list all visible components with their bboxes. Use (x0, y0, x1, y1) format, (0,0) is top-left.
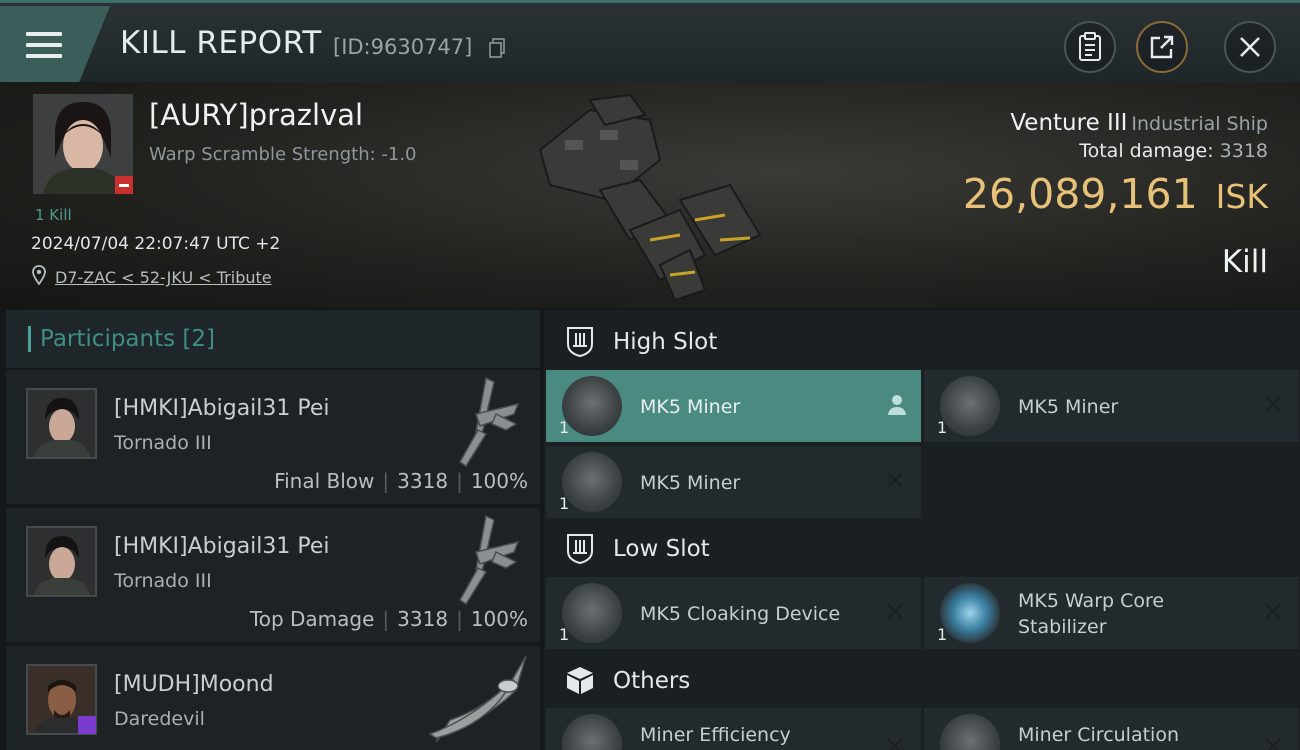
miner-circulation-icon (940, 714, 1000, 750)
participant-damage: 3318 (397, 607, 449, 631)
module-slot[interactable]: 1 MK5 Miner (546, 370, 921, 442)
module-quantity: 1 (559, 625, 570, 644)
miner-module-icon (562, 376, 622, 436)
isk-amount: 26,089,161 (962, 170, 1198, 218)
participant-avatar (26, 388, 97, 459)
dropped-person-icon (888, 395, 906, 415)
victim-ship-name[interactable]: Venture III Industrial Ship (1010, 110, 1268, 136)
victim-name[interactable]: [AURY]prazlval (149, 98, 363, 132)
clipboard-button[interactable] (1064, 21, 1116, 73)
high-slot-label: High Slot (613, 329, 718, 355)
participant-stats: Final Blow | 3318 | 100% (274, 469, 528, 493)
victim-kill-count: 1 Kill (35, 206, 72, 224)
kill-location-link[interactable]: D7-ZAC < 52-JKU < Tribute (55, 268, 272, 287)
participant-name: [HMKI]Abigail31 Pei (114, 534, 330, 559)
low-slot-header: Low Slot (544, 519, 1300, 577)
isk-unit: ISK (1215, 177, 1268, 216)
module-name: MK5 Miner (640, 396, 741, 418)
module-name: Miner Circulation (1018, 724, 1179, 746)
destroyed-x-icon (887, 603, 903, 619)
kill-report-header: KILL REPORT [ID:9630747] (0, 0, 1300, 82)
total-damage-value: 3318 (1219, 140, 1268, 162)
participant-ship-image (459, 514, 520, 606)
participant-damage: 3318 (397, 469, 449, 493)
participant-name: [MUDH]Moond (114, 672, 274, 697)
destroyed-x-icon (1265, 396, 1281, 412)
kill-datetime: 2024/07/04 22:07:47 UTC +2 (31, 234, 281, 254)
module-name: MK5 Miner (1018, 396, 1119, 418)
miner-efficiency-icon (562, 714, 622, 750)
kill-result-label: Kill (1221, 244, 1268, 280)
module-slot[interactable]: Miner Circulation (924, 708, 1299, 750)
warp-core-stabilizer-icon (940, 583, 1000, 643)
low-slot-icon (567, 534, 593, 564)
participant-card[interactable]: [MUDH]Moond Daredevil (6, 646, 540, 750)
isk-value: 26,089,161 ISK (963, 170, 1268, 218)
participant-card[interactable]: [HMKI]Abigail31 Pei Tornado III Top Dama… (6, 508, 540, 642)
high-slot-header: High Slot (544, 312, 1300, 370)
participant-percent: 100% (470, 469, 528, 493)
cloaking-device-icon (562, 583, 622, 643)
others-label: Others (613, 668, 691, 694)
ship-class: Industrial Ship (1131, 113, 1268, 135)
location-pin-icon (32, 265, 46, 285)
participant-ship: Tornado III (114, 570, 212, 592)
participants-count: [2] (182, 326, 216, 352)
clipboard-icon (1079, 32, 1101, 61)
module-slot[interactable]: 1 MK5 Miner (546, 446, 921, 518)
ship-name: Venture III (1010, 110, 1128, 136)
participant-ship-image (459, 376, 520, 468)
menu-button[interactable] (0, 6, 110, 82)
module-quantity: 1 (559, 418, 570, 437)
report-id: [ID:9630747] (333, 35, 473, 59)
participant-name: [HMKI]Abigail31 Pei (114, 396, 330, 421)
module-name: MK5 Warp Core Stabilizer (1018, 590, 1165, 638)
module-slot[interactable]: 1 MK5 Warp Core Stabilizer (924, 577, 1299, 649)
participant-ship: Daredevil (114, 708, 205, 730)
victim-panel: [AURY]prazlval Warp Scramble Strength: -… (0, 82, 1300, 308)
loss-badge (115, 176, 133, 194)
module-name: MK5 Cloaking Device (640, 603, 841, 625)
destroyed-x-icon (887, 472, 903, 488)
participants-label: Participants (40, 326, 176, 352)
hamburger-menu-icon (26, 32, 62, 58)
total-damage: Total damage: 3318 (1079, 140, 1268, 162)
page-title: KILL REPORT (120, 25, 322, 61)
destroyed-x-icon (1265, 738, 1281, 750)
miner-module-icon (940, 376, 1000, 436)
share-button[interactable] (1136, 21, 1188, 73)
close-icon (1240, 37, 1260, 57)
close-button[interactable] (1224, 21, 1276, 73)
participant-card[interactable]: [HMKI]Abigail31 Pei Tornado III Final Bl… (6, 370, 540, 504)
destroyed-x-icon (887, 738, 903, 750)
copy-id-icon[interactable] (489, 38, 505, 58)
victim-ship-image (538, 93, 762, 302)
module-quantity: 1 (559, 494, 570, 513)
module-quantity: 1 (937, 418, 948, 437)
cube-icon (567, 667, 593, 694)
others-header: Others (544, 651, 1300, 709)
participants-header: Participants [2] (6, 310, 540, 368)
destroyed-x-icon (1265, 603, 1281, 619)
participant-ship: Tornado III (114, 432, 212, 454)
participant-ship-image (428, 655, 527, 743)
participant-percent: 100% (470, 607, 528, 631)
share-icon (1150, 35, 1174, 59)
warp-scramble-strength: Warp Scramble Strength: -1.0 (149, 144, 417, 165)
participant-avatar (26, 526, 97, 597)
module-quantity: 1 (937, 625, 948, 644)
miner-module-icon (562, 452, 622, 512)
participant-role: Top Damage (249, 607, 375, 631)
module-slot[interactable]: Miner Efficiency (546, 708, 921, 750)
module-slot[interactable]: 1 MK5 Miner (924, 370, 1299, 442)
module-slot[interactable]: 1 MK5 Cloaking Device (546, 577, 921, 649)
corp-badge-icon (78, 716, 96, 734)
module-name: MK5 Miner (640, 472, 741, 494)
participant-stats: Top Damage | 3318 | 100% (249, 607, 528, 631)
total-damage-label: Total damage: (1079, 140, 1214, 162)
low-slot-label: Low Slot (613, 536, 710, 562)
high-slot-icon (567, 327, 593, 357)
module-name: Miner Efficiency (640, 724, 791, 746)
participant-role: Final Blow (274, 469, 375, 493)
